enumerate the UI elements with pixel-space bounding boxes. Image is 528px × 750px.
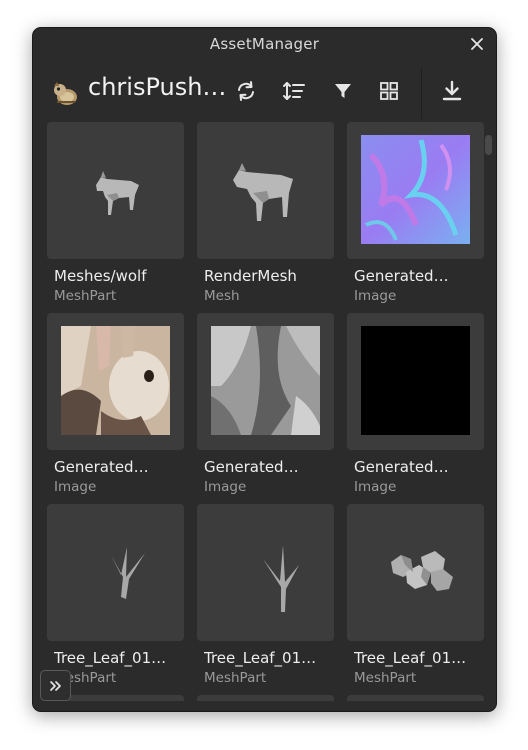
refresh-icon — [238, 81, 254, 101]
asset-tile-generated-gray[interactable] — [197, 313, 334, 450]
avatar-icon — [54, 82, 77, 105]
asset-tile-wolf[interactable] — [47, 122, 184, 259]
asset-grid: Meshes/wolf MeshPart RenderMesh Mesh Gen… — [33, 119, 496, 711]
tree-leaf-mesh-thumbnail — [263, 545, 299, 612]
asset-name: Tree_Leaf_01… — [54, 649, 167, 667]
wolf-mesh-thumbnail — [96, 171, 139, 215]
close-button[interactable] — [468, 35, 486, 53]
close-icon — [471, 38, 483, 50]
rock-cluster-mesh-thumbnail — [391, 551, 453, 591]
asset-type: Image — [354, 479, 397, 495]
asset-type: MeshPart — [54, 288, 117, 304]
download-button[interactable] — [439, 78, 465, 104]
grid-view-button[interactable] — [376, 78, 402, 104]
asset-name: Generated… — [54, 458, 149, 476]
asset-tile-tree-leaf-3[interactable] — [347, 504, 484, 641]
expand-button[interactable] — [40, 670, 71, 701]
refresh-button[interactable] — [233, 78, 259, 104]
sort-icon — [283, 82, 305, 100]
asset-name: RenderMesh — [204, 267, 297, 285]
black-texture-thumbnail — [361, 326, 470, 435]
asset-name: Meshes/wolf — [54, 267, 147, 285]
asset-name: Tree_Leaf_01… — [204, 649, 317, 667]
asset-type: Image — [354, 288, 397, 304]
asset-type: MeshPart — [354, 670, 417, 686]
asset-type: Image — [204, 479, 247, 495]
wolf-mesh-thumbnail — [233, 163, 293, 221]
bottom-bar — [33, 701, 496, 711]
asset-type: Image — [54, 479, 97, 495]
sort-button[interactable] — [281, 78, 307, 104]
asset-tile-tree-leaf-2[interactable] — [197, 504, 334, 641]
filter-button[interactable] — [330, 78, 356, 104]
scrollbar-thumb[interactable] — [485, 135, 492, 155]
download-icon — [442, 80, 462, 101]
tree-leaf-mesh-thumbnail — [111, 547, 145, 599]
avatar[interactable] — [51, 80, 79, 108]
toolbar-divider — [421, 68, 422, 120]
grayscale-texture-thumbnail — [211, 326, 320, 435]
asset-tile-generated-black[interactable] — [347, 313, 484, 450]
asset-tile-rendermesh[interactable] — [197, 122, 334, 259]
asset-name: Generated… — [354, 458, 449, 476]
asset-manager-window: AssetManager chrisPush… Meshes/wolf Mesh… — [32, 27, 497, 712]
grid-view-icon — [380, 82, 398, 100]
user-name: chrisPush… — [88, 73, 227, 101]
asset-tile-tree-leaf-1[interactable] — [47, 504, 184, 641]
bunny-texture-thumbnail — [61, 326, 170, 435]
asset-tile-generated-normal[interactable] — [347, 122, 484, 259]
asset-type: MeshPart — [204, 670, 267, 686]
asset-tile-generated-bunny[interactable] — [47, 313, 184, 450]
asset-type: Mesh — [204, 288, 240, 304]
asset-name: Tree_Leaf_01… — [354, 649, 467, 667]
asset-name: Generated… — [354, 267, 449, 285]
double-chevron-right-icon — [49, 680, 61, 691]
title-bar: AssetManager — [33, 28, 496, 60]
asset-name: Generated… — [204, 458, 299, 476]
window-title: AssetManager — [209, 35, 320, 53]
normal-map-thumbnail — [361, 135, 470, 244]
filter-icon — [335, 84, 351, 98]
